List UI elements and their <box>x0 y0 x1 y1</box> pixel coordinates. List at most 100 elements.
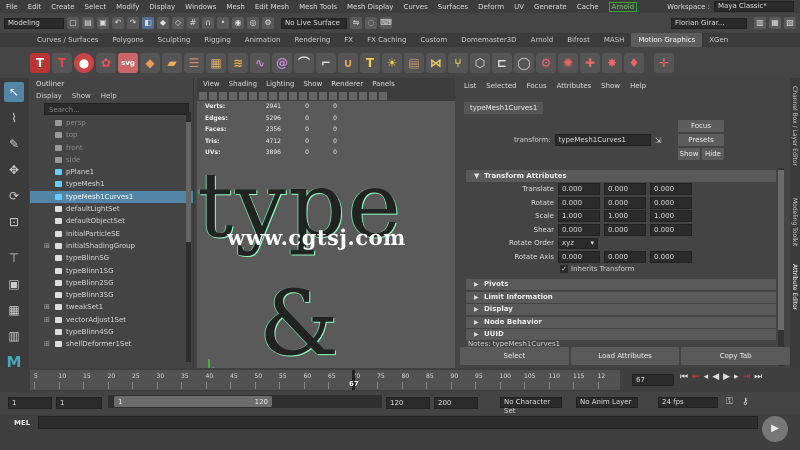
auto-key-icon[interactable]: ⚷ <box>742 397 749 407</box>
mode-dropdown[interactable]: Modeling <box>4 17 64 29</box>
cog-icon[interactable]: ✺ <box>558 52 578 73</box>
step-back-key-icon[interactable]: ⇤ <box>692 372 700 382</box>
translate-x-field[interactable]: 0.000 <box>558 183 600 195</box>
outliner-item[interactable]: top <box>30 129 193 141</box>
translate-z-field[interactable]: 0.000 <box>650 183 692 195</box>
render-settings-icon[interactable]: ⚙ <box>262 17 274 29</box>
resolution-gate-icon[interactable] <box>249 91 257 100</box>
outliner-item[interactable]: ⊞ initialShadingGroup <box>30 240 193 252</box>
xray-icon[interactable] <box>339 91 347 100</box>
shelf-tab-motion-graphics[interactable]: Motion Graphics <box>631 33 703 47</box>
image-plane-icon[interactable] <box>219 91 227 100</box>
select-tool-icon[interactable]: ↖ <box>4 82 24 102</box>
scale-z-field[interactable]: 1.000 <box>650 210 692 222</box>
shelf-tab-domemaster3d[interactable]: Domemaster3D <box>454 33 523 47</box>
xray-joints-icon[interactable] <box>349 91 357 100</box>
shear-y-field[interactable]: 0.000 <box>604 223 646 236</box>
mel-input[interactable] <box>38 416 758 429</box>
section-pivots[interactable]: ▶ Pivots <box>466 279 776 290</box>
symmetry-icon[interactable]: ⇋ <box>350 17 362 29</box>
goto-input-icon[interactable]: ⇲ <box>655 136 662 145</box>
outliner-item[interactable]: side <box>30 154 193 166</box>
viewport-panel[interactable]: View Shading Lighting Show Renderer Panels ty… <box>197 78 455 368</box>
select-object-icon[interactable]: ◆ <box>157 17 169 29</box>
lights-icon[interactable] <box>289 91 297 100</box>
magnet-icon[interactable]: ∪ <box>338 52 358 73</box>
current-frame-field[interactable]: 67 <box>632 374 674 386</box>
modeling-toolkit-tab[interactable]: Modeling Toolkit <box>791 198 798 246</box>
burst-icon[interactable]: ✸ <box>602 52 622 73</box>
character-set-dropdown[interactable]: No Character Set <box>500 397 562 415</box>
outliner-item[interactable]: persp <box>30 117 193 129</box>
menu-file[interactable]: File <box>6 3 18 11</box>
focus-button[interactable]: Focus <box>678 120 724 132</box>
backface-icon[interactable] <box>359 91 367 100</box>
fps-dropdown[interactable]: 24 fps <box>658 397 718 408</box>
menu-generate[interactable]: Generate <box>534 3 567 11</box>
step-forward-key-icon[interactable]: ⇥ <box>743 372 751 382</box>
outliner-menu-help[interactable]: Help <box>101 92 117 100</box>
menu-deform[interactable]: Deform <box>478 3 504 11</box>
outliner-item[interactable]: pPlane1 <box>30 166 193 178</box>
ipr-render-icon[interactable]: ◎ <box>247 17 259 29</box>
wave-icon[interactable]: ≋ <box>228 52 248 73</box>
mel-label[interactable]: MEL <box>14 419 30 427</box>
grid-toggle-icon[interactable] <box>229 91 237 100</box>
time-slider[interactable]: 5 10 15 20 25 30 35 40 45 50 55 60 65 70 75 80 85 90 95 100… <box>30 370 620 390</box>
outliner-item[interactable]: typeBlinn3SG <box>30 289 193 301</box>
snap-grid-icon[interactable]: # <box>187 17 199 29</box>
expand-icon[interactable]: ⊞ <box>44 301 50 313</box>
hide-button[interactable]: Hide <box>702 148 724 160</box>
type-tool-icon[interactable]: T <box>30 52 50 73</box>
last-tool-icon[interactable]: ⊤ <box>4 248 24 268</box>
attr-menu-attributes[interactable]: Attributes <box>557 82 592 90</box>
curve-tool-icon[interactable]: ∿ <box>250 52 270 73</box>
text-yellow-icon[interactable]: T <box>360 52 380 73</box>
gamma-icon[interactable] <box>369 91 377 100</box>
viewport-menu-lighting[interactable]: Lighting <box>266 80 294 88</box>
shelf-tab-custom[interactable]: Custom <box>413 33 454 47</box>
animation-start-field[interactable]: 1 <box>8 397 52 409</box>
textured-icon[interactable] <box>279 91 287 100</box>
outliner-item[interactable]: defaultLightSet <box>30 203 193 215</box>
shadows-icon[interactable] <box>299 91 307 100</box>
channel-box-tab[interactable]: Channel Box / Layer Editor <box>791 86 798 166</box>
outliner-item[interactable]: defaultObjectSet <box>30 215 193 227</box>
snap-curve-icon[interactable]: ∩ <box>202 17 214 29</box>
menu-select[interactable]: Select <box>85 3 107 11</box>
shelf-tab-fx-caching[interactable]: FX Caching <box>360 33 413 47</box>
outliner-item[interactable]: typeMesh1Curves1 <box>30 190 193 204</box>
attr-menu-list[interactable]: List <box>464 82 476 90</box>
lasso-tool-icon[interactable]: ⌇ <box>4 108 24 128</box>
viewport-canvas[interactable]: type & Verts: 2941 0 0 Edges: 5296 0 0 Faces: 235… <box>197 101 455 368</box>
layout-icon[interactable]: ▥ <box>4 326 24 346</box>
shelf-tab-rendering[interactable]: Rendering <box>287 33 337 47</box>
spiral-icon[interactable]: @ <box>272 52 292 73</box>
menu-edit-mesh[interactable]: Edit Mesh <box>255 3 289 11</box>
translate-y-field[interactable]: 0.000 <box>604 183 646 195</box>
inherits-checkbox[interactable]: ✓ <box>560 265 568 273</box>
wireframe-icon[interactable] <box>259 91 267 100</box>
attr-menu-focus[interactable]: Focus <box>527 82 547 90</box>
user-account[interactable]: Florian Girar... <box>671 17 747 29</box>
menu-windows[interactable]: Windows <box>185 3 216 11</box>
section-display[interactable]: ▶ Display <box>466 304 776 315</box>
viewport-menu-shading[interactable]: Shading <box>229 80 257 88</box>
menu-curves[interactable]: Curves <box>403 3 427 11</box>
outliner-menu-show[interactable]: Show <box>72 92 91 100</box>
menu-cache[interactable]: Cache <box>577 3 599 11</box>
shelf-tab-polygons[interactable]: Polygons <box>105 33 150 47</box>
section-uuid[interactable]: ▶ UUID <box>466 329 776 340</box>
sidebar-toggle-icon[interactable]: ▥ <box>754 17 766 29</box>
redo-icon[interactable]: ↷ <box>127 17 139 29</box>
outliner-item[interactable]: typeBlinnSG <box>30 252 193 264</box>
bend-icon[interactable]: ⌐ <box>316 52 336 73</box>
type-red-icon[interactable]: T <box>52 52 72 73</box>
svg-icon[interactable]: svg <box>118 52 138 73</box>
outliner-item[interactable]: ⊞ shellDeformer1Set <box>30 338 193 350</box>
expand-icon[interactable]: ⊞ <box>44 240 50 252</box>
presets-button[interactable]: Presets <box>678 134 724 146</box>
rotate-y-field[interactable]: 0.000 <box>604 196 646 209</box>
range-slider-thumb[interactable]: 1 120 <box>114 396 272 407</box>
menu-mesh[interactable]: Mesh <box>226 3 244 11</box>
